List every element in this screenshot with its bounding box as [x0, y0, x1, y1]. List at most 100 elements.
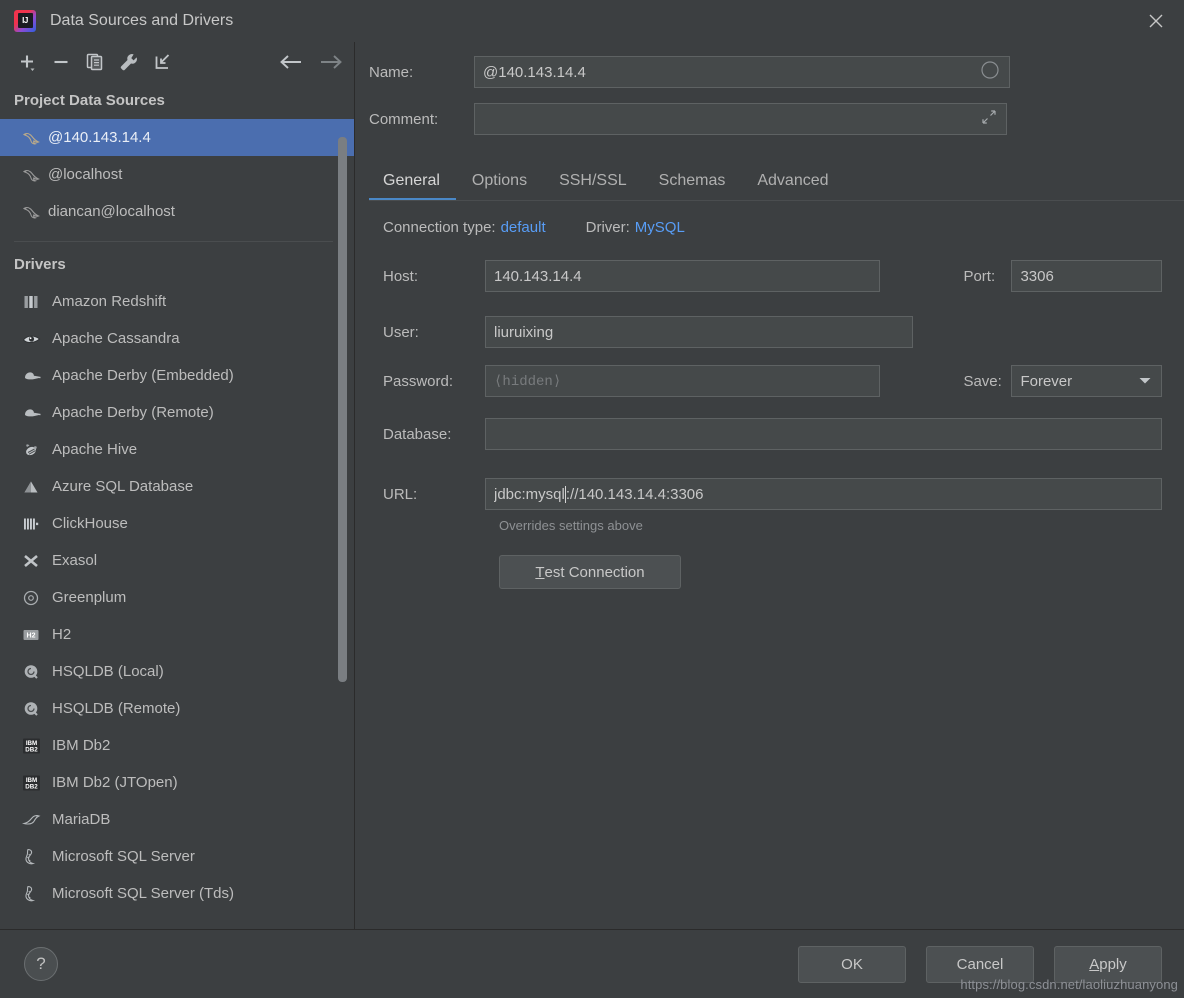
password-input[interactable]: ⟨hidden⟩: [485, 365, 881, 397]
sidebar: Project Data Sources @140.143.14.4 @loca…: [0, 42, 355, 929]
help-icon: ?: [36, 954, 46, 973]
circle-icon[interactable]: [980, 60, 1000, 84]
cassandra-eye-icon: [22, 331, 52, 347]
import-arrow-icon: [155, 54, 170, 69]
tab-advanced[interactable]: Advanced: [741, 172, 844, 201]
tab-ssh-ssl[interactable]: SSH/SSL: [543, 172, 643, 201]
close-icon: [1149, 14, 1163, 28]
ibm-db2-icon: IBM DB2: [22, 737, 52, 755]
drivers-header: Drivers: [14, 256, 66, 273]
remove-button[interactable]: [44, 47, 78, 77]
properties-button[interactable]: [112, 47, 146, 77]
connection-type-label: Connection type:: [383, 219, 496, 236]
svg-text:DB2: DB2: [25, 783, 38, 790]
expand-icon[interactable]: [980, 108, 998, 130]
port-input[interactable]: 3306: [1011, 260, 1162, 292]
driver-item-label: IBM Db2 (JTOpen): [52, 774, 178, 791]
greenplum-icon: [22, 589, 52, 607]
name-input[interactable]: @140.143.14.4: [474, 56, 1010, 88]
database-input[interactable]: [485, 418, 1162, 450]
driver-value[interactable]: MySQL: [635, 219, 685, 236]
title-bar: IJ Data Sources and Drivers: [0, 0, 1184, 42]
svg-text:H2: H2: [27, 632, 36, 639]
user-row: User: liuruixing: [369, 316, 1162, 348]
url-hint: Overrides settings above: [499, 518, 643, 533]
sidebar-item-diancan-localhost[interactable]: diancan@localhost: [0, 193, 355, 230]
driver-item-exasol[interactable]: Exasol: [0, 542, 355, 579]
driver-item-amazon-redshift[interactable]: Amazon Redshift: [0, 283, 355, 320]
forward-button[interactable]: [315, 51, 347, 73]
save-label: Save:: [963, 372, 1002, 390]
driver-item-ibm-db2-jtopen[interactable]: IBM DB2 IBM Db2 (JTOpen): [0, 764, 355, 801]
host-label: Host:: [383, 267, 419, 285]
driver-item-clickhouse[interactable]: ClickHouse: [0, 505, 355, 542]
driver-item-ibm-db2[interactable]: IBM DB2 IBM Db2: [0, 727, 355, 764]
comment-input[interactable]: [474, 103, 1007, 135]
chevron-down-icon: [1138, 373, 1152, 390]
wrench-icon: [120, 54, 137, 71]
driver-item-label: Apache Cassandra: [52, 330, 180, 347]
ibm-db2-icon: IBM DB2: [22, 774, 52, 792]
driver-item-h2[interactable]: H2 H2: [0, 616, 355, 653]
driver-item-microsoft-sql-server[interactable]: Microsoft SQL Server: [0, 838, 355, 875]
import-button[interactable]: [146, 47, 180, 77]
driver-item-greenplum[interactable]: Greenplum: [0, 579, 355, 616]
sidebar-item-140-143-14-4[interactable]: @140.143.14.4: [0, 119, 355, 156]
driver-item-label: Exasol: [52, 552, 98, 569]
sidebar-scroll-area[interactable]: Project Data Sources @140.143.14.4 @loca…: [0, 82, 355, 929]
tabs-underline: [369, 200, 1184, 201]
test-connection-button[interactable]: Test Connection: [499, 555, 681, 589]
copy-icon: [86, 53, 103, 71]
details-tabs: General Options SSH/SSL Schemas Advanced: [369, 161, 1184, 201]
driver-item-label: Greenplum: [52, 589, 127, 606]
data-sources-dialog: IJ Data Sources and Drivers Project Data…: [0, 0, 1184, 998]
port-input-value: 3306: [1020, 267, 1054, 285]
add-button[interactable]: [10, 47, 44, 77]
url-input[interactable]: jdbc:mysql://140.143.14.4:3306: [485, 478, 1162, 510]
connection-type-value[interactable]: default: [501, 219, 546, 236]
host-input-value: 140.143.14.4: [494, 267, 582, 285]
host-input[interactable]: 140.143.14.4: [485, 260, 881, 292]
driver-item-mariadb[interactable]: MariaDB: [0, 801, 355, 838]
duplicate-button[interactable]: [78, 47, 112, 77]
driver-item-apache-derby-remote[interactable]: Apache Derby (Remote): [0, 394, 355, 431]
driver-item-apache-derby-embedded[interactable]: Apache Derby (Embedded): [0, 357, 355, 394]
help-button[interactable]: ?: [24, 947, 58, 981]
driver-item-label: ClickHouse: [52, 515, 128, 532]
tab-schemas[interactable]: Schemas: [643, 172, 742, 201]
driver-item-label: MariaDB: [52, 811, 111, 828]
database-row: Database:: [369, 418, 1162, 450]
driver-item-azure-sql-database[interactable]: Azure SQL Database: [0, 468, 355, 505]
data-sources-list: @140.143.14.4 @localhost diancan@localho…: [0, 119, 355, 230]
driver-item-label: HSQLDB (Local): [52, 663, 164, 680]
dialog-footer: ? OK Cancel Apply https://blog.csdn.net/…: [0, 929, 1184, 998]
driver-item-label: Microsoft SQL Server (Tds): [52, 885, 234, 902]
url-label: URL:: [383, 485, 418, 503]
driver-item-label: Apache Derby (Remote): [52, 404, 214, 421]
redshift-icon: [22, 293, 52, 311]
cancel-button-label: Cancel: [956, 955, 1004, 973]
driver-item-microsoft-sql-server-tds[interactable]: Microsoft SQL Server (Tds): [0, 875, 355, 912]
save-select[interactable]: Forever: [1011, 365, 1162, 397]
sidebar-item-localhost[interactable]: @localhost: [0, 156, 355, 193]
tab-general[interactable]: General: [369, 172, 456, 201]
tab-options[interactable]: Options: [456, 172, 543, 201]
close-button[interactable]: [1128, 0, 1184, 42]
mssql-icon: [22, 848, 52, 866]
sidebar-item-label: diancan@localhost: [48, 203, 175, 220]
url-row: URL: jdbc:mysql://140.143.14.4:3306: [369, 478, 1162, 510]
watermark: https://blog.csdn.net/laoliuzhuanyong: [960, 977, 1178, 992]
driver-item-apache-hive[interactable]: Apache Hive: [0, 431, 355, 468]
database-label: Database:: [383, 425, 452, 443]
driver-item-hsqldb-local[interactable]: HSQLDB (Local): [0, 653, 355, 690]
password-row: Password: ⟨hidden⟩ Save: Forever: [369, 365, 1162, 397]
back-button[interactable]: [275, 51, 307, 73]
sidebar-item-label: @140.143.14.4: [48, 129, 151, 146]
project-data-sources-header: Project Data Sources: [14, 92, 165, 109]
user-input[interactable]: liuruixing: [485, 316, 913, 348]
driver-item-apache-cassandra[interactable]: Apache Cassandra: [0, 320, 355, 357]
driver-item-hsqldb-remote[interactable]: HSQLDB (Remote): [0, 690, 355, 727]
ok-button[interactable]: OK: [798, 945, 906, 983]
driver-item-label: Amazon Redshift: [52, 293, 167, 310]
derby-hat-icon: [22, 368, 52, 384]
